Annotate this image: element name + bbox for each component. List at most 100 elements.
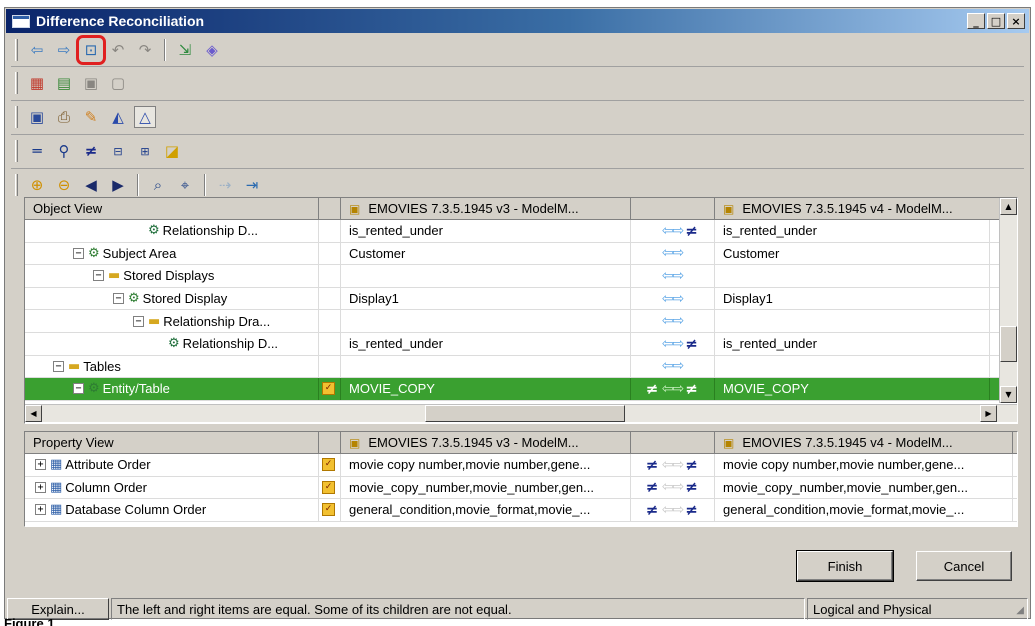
collapse-toggle-icon[interactable]: −	[113, 293, 124, 305]
scroll-down-icon[interactable]: ▼	[1000, 386, 1017, 403]
collapse-toggle-icon[interactable]: −	[93, 270, 104, 282]
arrow-right-icon[interactable]: ⇨	[53, 39, 75, 61]
close-icon[interactable]: ×	[1007, 13, 1025, 29]
copy-arrows-icon[interactable]: ⇦⇨	[662, 502, 684, 518]
copy-arrows-icon[interactable]: ⇦⇨	[662, 479, 684, 495]
triangle-up-icon[interactable]: ◭	[107, 106, 129, 128]
undo-icon[interactable]: ↶	[107, 39, 129, 61]
resolve-differences-icon[interactable]: ⊡	[76, 35, 106, 65]
toolbar-grip[interactable]	[15, 140, 18, 162]
expand-toggle-icon[interactable]: +	[35, 481, 46, 493]
resize-grip-icon[interactable]: ◢	[1016, 605, 1024, 616]
title-bar[interactable]: Difference Reconciliation _ □ ×	[6, 9, 1029, 33]
find-icon[interactable]: ⌕	[147, 174, 169, 196]
property-view-column-header[interactable]: Property View	[25, 432, 319, 453]
copy-arrows-icon[interactable]: ⇦⇨	[662, 457, 684, 473]
property-row[interactable]: + ▦ Column Order ✓ movie_copy_number,movie_n…	[25, 476, 1017, 500]
row-name: Relationship D...	[162, 223, 259, 239]
model-icon[interactable]: ▦	[26, 72, 48, 94]
scroll-thumb[interactable]	[1000, 326, 1017, 362]
export-arrow-icon[interactable]: ⇥	[241, 174, 263, 196]
export-icon[interactable]: ⇲	[174, 39, 196, 61]
tree-row[interactable]: − ▬ Relationship Dra... ⇦⇨	[25, 310, 1017, 333]
toolbar-tree: ⊕ ⊖ ◀ ▶ ⌕ ⌖ ⇢ ⇥	[11, 170, 1024, 200]
collapse-toggle-icon[interactable]: −	[133, 315, 144, 327]
left-model-column-header[interactable]: ▣ EMOVIES 7.3.5.1945 v3 - ModelM...	[341, 198, 631, 219]
minimize-icon[interactable]: _	[967, 13, 985, 29]
property-row[interactable]: + ▦ Database Column Order ✓ general_conditio…	[25, 499, 1017, 522]
scroll-left-icon[interactable]: ◀	[25, 405, 42, 422]
finish-button[interactable]: Finish	[796, 550, 894, 582]
tree-row[interactable]: − ⚙ Entity/Table ✓ MOVIE_COPY ≠ ⇦⇨ ≠ MOVIE_COPY	[25, 378, 1017, 401]
show-equal-icon[interactable]: ⊟	[107, 140, 129, 162]
tree-row[interactable]: − ⚙ Subject Area Customer ⇦⇨ Customer	[25, 242, 1017, 266]
expand-all-icon[interactable]: ⊕	[26, 174, 48, 196]
collapse-toggle-icon[interactable]: −	[73, 247, 84, 259]
copy-arrows-icon[interactable]: ⇦⇨	[662, 223, 684, 239]
eraser-icon[interactable]: ◈	[201, 39, 223, 61]
not-equal-icon: ≠	[685, 455, 698, 474]
scroll-up-icon[interactable]: ▲	[1000, 198, 1017, 215]
toolbar-grip[interactable]	[15, 39, 18, 61]
left-model-column-header[interactable]: ▣ EMOVIES 7.3.5.1945 v3 - ModelM...	[341, 432, 631, 453]
report-icon[interactable]: ▤	[53, 72, 75, 94]
tree-row[interactable]: ⚙ Relationship D... is_rented_under ⇦⇨ ≠ is_r…	[25, 332, 1017, 356]
row-name: Tables	[83, 358, 121, 374]
scroll-right-icon[interactable]: ▶	[980, 405, 997, 422]
collapse-toggle-icon[interactable]: −	[73, 383, 84, 395]
print-icon[interactable]: ⎙	[53, 106, 75, 128]
cancel-button[interactable]: Cancel	[916, 551, 1012, 581]
diff-cell: ≠ ⇦⇨ ≠	[631, 476, 715, 499]
triangle-outline-icon[interactable]: △	[134, 106, 156, 128]
row-name: Relationship D...	[182, 336, 279, 352]
object-view-vertical-scrollbar[interactable]: ▲ ▼	[999, 198, 1017, 403]
property-row[interactable]: + ▦ Attribute Order ✓ movie copy number,movi…	[25, 454, 1017, 477]
paste-icon[interactable]: ▢	[107, 72, 129, 94]
yellow-flag-icon[interactable]: ◪	[161, 140, 183, 162]
copy-arrows-icon[interactable]: ⇦⇨	[662, 336, 684, 352]
row-flag-cell: ✓	[319, 454, 341, 476]
collapse-toggle-icon[interactable]: −	[53, 360, 64, 372]
copy-arrows-icon[interactable]: ⇦⇨	[662, 245, 684, 261]
right-value: is_rented_under	[715, 220, 990, 242]
equal-icon[interactable]: ═	[26, 140, 48, 162]
toolbar-grip[interactable]	[15, 174, 18, 196]
redo-icon[interactable]: ↷	[134, 39, 156, 61]
collapse-all-icon[interactable]: ⊖	[53, 174, 75, 196]
object-view-column-header[interactable]: Object View	[25, 198, 319, 219]
copy-icon[interactable]: ▣	[80, 72, 102, 94]
not-equal-icon[interactable]: ≠	[80, 140, 102, 162]
model-icon: ▣	[349, 435, 361, 450]
save-icon[interactable]: ▣	[26, 106, 48, 128]
copy-arrows-icon[interactable]: ⇦⇨	[662, 381, 684, 397]
next-icon[interactable]: ▶	[107, 174, 129, 196]
tree-row[interactable]: − ⚙ Stored Display Display1 ⇦⇨ Display1	[25, 287, 1017, 311]
status-mode-text: Logical and Physical	[813, 601, 932, 617]
prev-icon[interactable]: ◀	[80, 174, 102, 196]
maximize-icon[interactable]: □	[987, 13, 1005, 29]
copy-arrows-icon[interactable]: ⇦⇨	[662, 291, 684, 307]
copy-arrows-icon[interactable]: ⇦⇨	[662, 313, 684, 329]
right-model-column-header[interactable]: ▣ EMOVIES 7.3.5.1945 v4 - ModelM...	[715, 432, 1013, 453]
filter-icon[interactable]: ⚲	[53, 140, 75, 162]
tree-row[interactable]: ⚙ Relationship D... is_rented_under ⇦⇨ ≠ is_r…	[25, 220, 1017, 243]
object-view-horizontal-scrollbar[interactable]: ◀ ▶	[25, 404, 1017, 422]
row-flag-cell	[319, 287, 341, 310]
copy-arrows-icon[interactable]: ⇦⇨	[662, 358, 684, 374]
copy-arrows-icon[interactable]: ⇦⇨	[662, 268, 684, 284]
scroll-thumb[interactable]	[425, 405, 625, 422]
tree-row[interactable]: − ▬ Tables ⇦⇨	[25, 355, 1017, 379]
show-diff-icon[interactable]: ⊞	[134, 140, 156, 162]
arrow-gray-icon[interactable]: ⇢	[214, 174, 236, 196]
pencil-icon[interactable]: ✎	[80, 106, 102, 128]
tree-row[interactable]: − ▬ Stored Displays ⇦⇨	[25, 265, 1017, 288]
left-value	[341, 265, 631, 287]
expand-toggle-icon[interactable]: +	[35, 504, 46, 516]
right-value	[715, 310, 990, 332]
arrow-left-icon[interactable]: ⇦	[26, 39, 48, 61]
expand-toggle-icon[interactable]: +	[35, 459, 46, 471]
right-model-column-header[interactable]: ▣ EMOVIES 7.3.5.1945 v4 - ModelM...	[715, 198, 1013, 219]
toolbar-grip[interactable]	[15, 106, 18, 128]
toolbar-grip[interactable]	[15, 72, 18, 94]
find-next-icon[interactable]: ⌖	[174, 174, 196, 196]
